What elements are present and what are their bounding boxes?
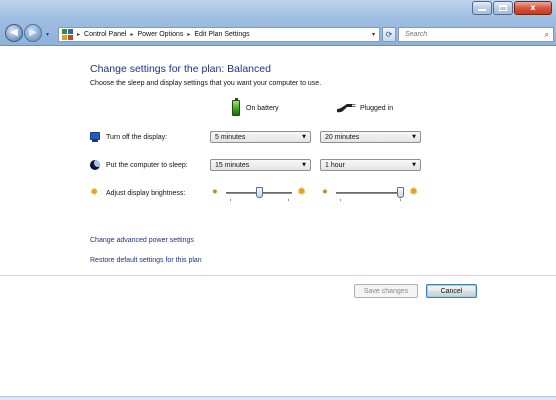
on-battery-column-header: On battery [232,98,279,118]
breadcrumb-edit-plan-settings[interactable]: Edit Plan Settings [194,31,249,38]
minimize-button[interactable] [472,1,492,15]
display-plugged-in-value: 20 minutes [325,133,360,141]
page-subtitle: Choose the sleep and display settings th… [90,80,322,87]
control-panel-icon [62,29,73,40]
address-dropdown-icon[interactable]: ▾ [372,31,375,38]
breadcrumb-separator-icon[interactable]: ▸ [130,31,133,38]
dropdown-arrow-icon: ▼ [302,134,306,140]
dropdown-arrow-icon: ▼ [302,162,306,168]
display-plugged-in-dropdown[interactable]: 20 minutes ▼ [320,131,421,143]
bright-sun-icon: ✹ [409,185,419,198]
back-button[interactable]: ◀ [5,24,23,42]
dim-sun-icon: ✹ [322,188,328,196]
dropdown-arrow-icon: ▼ [412,134,416,140]
refresh-icon: ⟳ [385,29,393,39]
plugged-in-column-header: Plugged in [336,98,393,118]
advanced-power-settings-link[interactable]: Change advanced power settings [90,237,194,244]
slider-tick [400,199,401,201]
breadcrumb-control-panel[interactable]: Control Panel [84,31,126,38]
sun-icon: ✹ [90,187,99,198]
back-arrow-icon: ◀ [10,27,18,38]
display-on-battery-value: 5 minutes [215,133,246,141]
slider-tick [288,199,289,201]
window-controls: x [471,1,552,15]
power-plug-icon [337,104,356,113]
brightness-setting-label: Adjust display brightness: [106,189,186,197]
slider-thumb[interactable] [397,187,404,198]
sleep-setting-row: Put the computer to sleep: [90,158,188,172]
dim-sun-icon: ✹ [212,188,218,196]
window-bottom-edge [0,396,556,400]
slider-tick [340,199,341,201]
display-setting-row: Turn off the display: [90,130,167,144]
sleep-plugged-in-value: 1 hour [325,161,345,169]
search-box[interactable]: ⌕ [398,27,554,42]
breadcrumb-separator-icon[interactable]: ▸ [77,31,80,38]
save-changes-button[interactable]: Save changes [354,284,418,298]
bright-sun-icon: ✹ [297,185,307,198]
monitor-icon [90,132,100,142]
restore-defaults-link[interactable]: Restore default settings for this plan [90,257,202,264]
plugged-in-label: Plugged in [360,104,394,112]
page-title: Change settings for the plan: Balanced [90,63,271,75]
brightness-setting-row: ✹ Adjust display brightness: [90,186,185,200]
refresh-button[interactable]: ⟳ [382,27,396,42]
display-setting-label: Turn off the display: [106,133,168,141]
slider-track[interactable] [336,192,404,194]
forward-button[interactable]: ▶ [24,24,42,42]
slider-thumb[interactable] [255,187,263,198]
sleep-plugged-in-dropdown[interactable]: 1 hour ▼ [320,159,421,171]
moon-icon [90,160,100,170]
search-input[interactable] [399,31,529,38]
recent-pages-dropdown-icon[interactable]: ▾ [46,31,49,38]
divider [0,275,556,276]
close-button[interactable]: x [514,1,552,15]
display-on-battery-dropdown[interactable]: 5 minutes ▼ [210,131,311,143]
slider-tick [230,199,231,201]
search-icon[interactable]: ⌕ [545,30,549,40]
close-icon: x [530,3,536,12]
title-bar: x ◀ ▶ ▾ ▸ Control Panel ▸ Power Options … [0,0,556,46]
battery-icon [232,98,240,116]
dropdown-arrow-icon: ▼ [412,162,416,168]
sleep-on-battery-value: 15 minutes [215,161,250,169]
breadcrumb-power-options[interactable]: Power Options [137,31,183,38]
sleep-on-battery-dropdown[interactable]: 15 minutes ▼ [210,159,311,171]
maximize-button[interactable] [493,1,513,15]
minimize-icon [478,9,486,11]
breadcrumb-separator-icon[interactable]: ▸ [187,31,190,38]
address-bar[interactable]: ▸ Control Panel ▸ Power Options ▸ Edit P… [58,27,380,42]
cancel-button[interactable]: Cancel [426,284,477,298]
sleep-setting-label: Put the computer to sleep: [106,161,188,169]
on-battery-label: On battery [246,104,279,112]
maximize-icon [499,5,507,11]
forward-arrow-icon: ▶ [29,27,37,38]
